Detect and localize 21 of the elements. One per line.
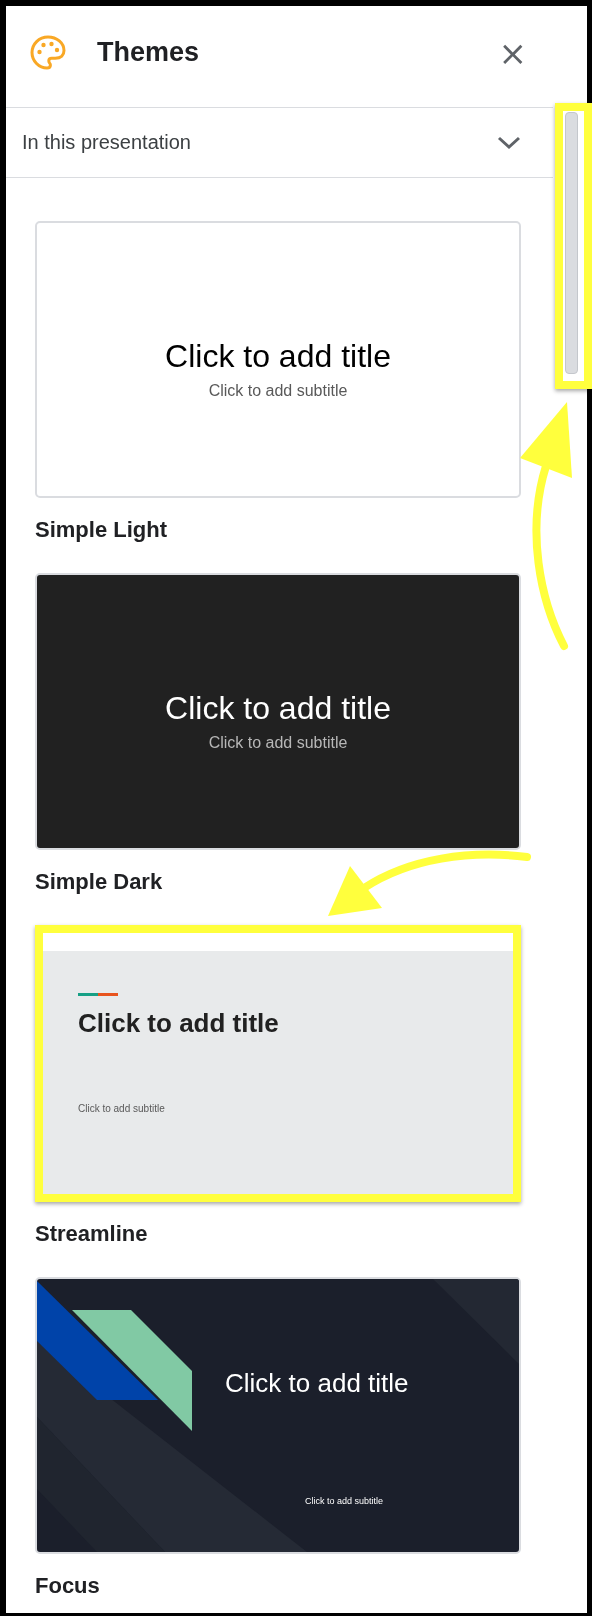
slide-subtitle: Click to add subtitle: [78, 1103, 165, 1115]
accent-line: [78, 993, 118, 996]
slide-title: Click to add title: [165, 336, 391, 376]
slide-subtitle: Click to add subtitle: [208, 381, 348, 400]
slide-title: Click to add title: [165, 688, 391, 728]
panel-title: Themes: [97, 37, 200, 68]
theme-thumbnail[interactable]: Click to add title Click to add subtitle: [35, 221, 521, 498]
slide-title: Click to add title: [225, 1367, 409, 1399]
theme-name: Simple Light: [35, 516, 168, 544]
slide-title: Click to add title: [78, 1007, 279, 1039]
theme-thumbnail[interactable]: Click to add title Click to add subtitle: [35, 925, 521, 1202]
theme-name: Simple Dark: [35, 868, 164, 896]
slide-subtitle: Click to add subtitle: [208, 733, 348, 752]
theme-thumbnail[interactable]: Click to add title Click to add subtitle: [35, 1277, 521, 1554]
chevron-icon: [497, 135, 521, 150]
theme-name: Focus: [35, 1572, 101, 1600]
theme-thumbnail[interactable]: Click to add title Click to add subtitle: [35, 573, 521, 850]
close-button[interactable]: ×: [496, 35, 529, 70]
theme-name: Streamline: [35, 1220, 149, 1248]
theme-filter-dropdown[interactable]: In this presentation: [6, 108, 553, 178]
slide-subtitle: Click to add subtitle: [305, 1495, 384, 1507]
